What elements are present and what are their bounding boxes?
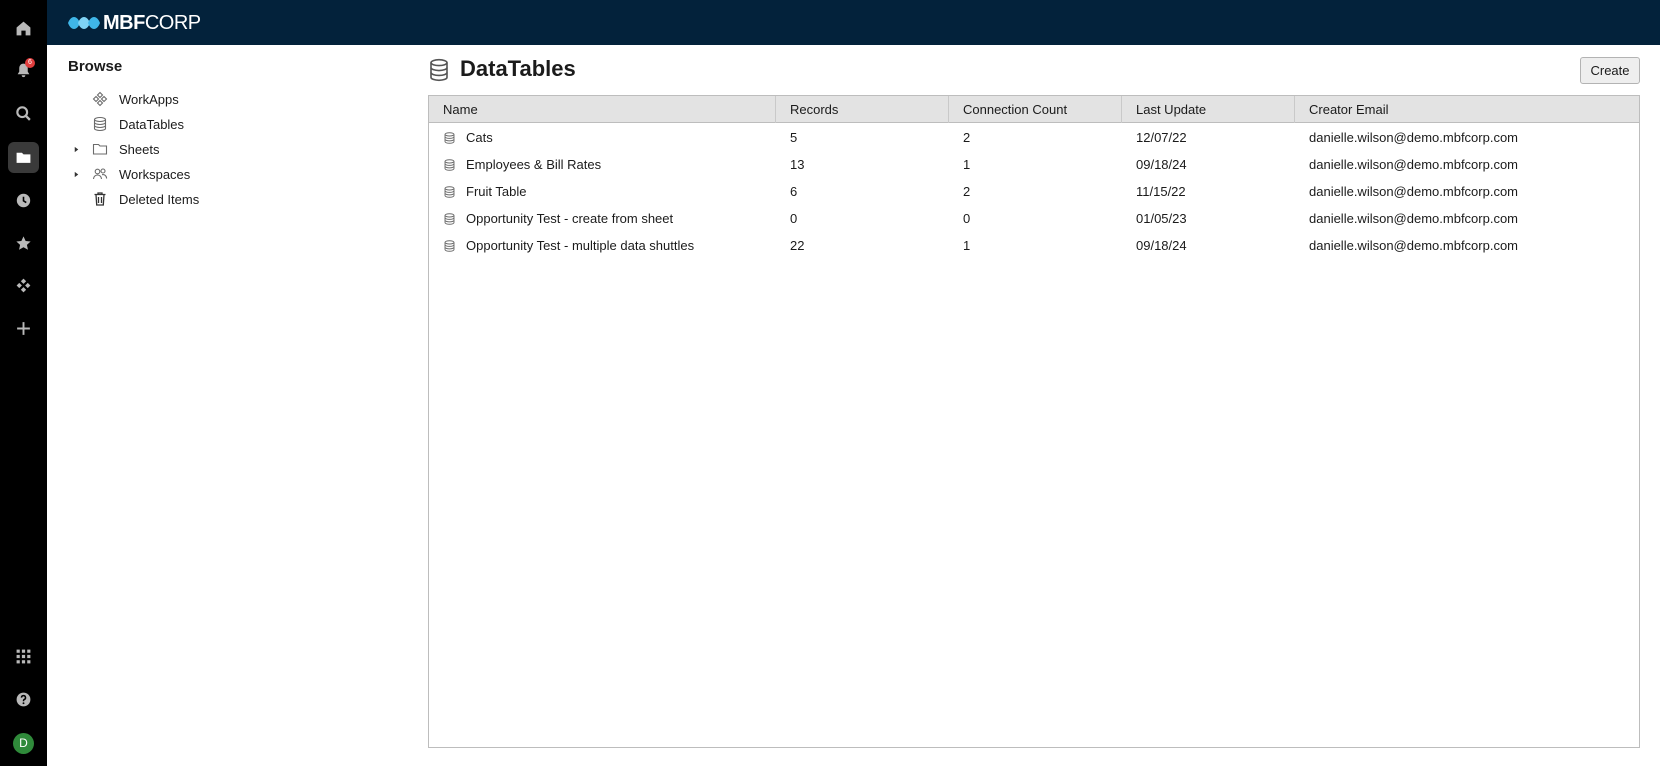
apps-grid-icon	[16, 649, 31, 664]
last-update-cell: 09/18/24	[1136, 157, 1187, 172]
star-icon	[16, 236, 31, 250]
tree-item-workapps[interactable]: WorkApps	[67, 88, 179, 110]
name-cell[interactable]: Opportunity Test - multiple data shuttle…	[429, 232, 776, 259]
connection-count-cell: 1	[963, 157, 971, 172]
tree-item-label: Deleted Items	[119, 191, 200, 207]
database-icon	[444, 185, 455, 198]
creator-email-cell: danielle.wilson@demo.mbfcorp.com	[1309, 238, 1519, 253]
records-cell: 0	[790, 211, 798, 226]
tree-item-workspaces[interactable]: Workspaces	[67, 163, 190, 185]
tree-item-sheets[interactable]: Sheets	[67, 138, 159, 160]
datatables-grid: Name Records Connection Count Last Updat…	[428, 95, 1640, 748]
database-icon	[444, 158, 455, 171]
plus-icon	[17, 322, 30, 335]
table-row[interactable]: Cats 5 2 12/07/22 danielle.wilson@demo.m…	[429, 124, 1639, 151]
tree-item-label: DataTables	[119, 116, 185, 132]
tree-item-label: Workspaces	[119, 166, 191, 182]
user-avatar[interactable]: D	[13, 733, 34, 754]
row-name: Opportunity Test - multiple data shuttle…	[466, 238, 695, 253]
name-cell[interactable]: Opportunity Test - create from sheet	[429, 205, 776, 232]
tree-item-label: WorkApps	[119, 91, 179, 107]
database-icon	[87, 113, 113, 135]
connection-count-cell: 0	[963, 211, 971, 226]
notifications-button[interactable]: 6	[8, 55, 39, 86]
browse-panel: Browse WorkApps DataTables Sheets Worksp…	[47, 45, 427, 766]
folder-icon	[87, 138, 113, 160]
clock-icon	[16, 193, 31, 208]
column-header-connection-count[interactable]: Connection Count	[949, 96, 1122, 123]
database-icon	[444, 239, 455, 252]
home-icon	[16, 21, 31, 36]
table-row[interactable]: Employees & Bill Rates 13 1 09/18/24 dan…	[429, 151, 1639, 178]
folder-icon	[16, 152, 31, 163]
launcher-button[interactable]	[8, 641, 39, 672]
table-row[interactable]: Fruit Table 6 2 11/15/22 danielle.wilson…	[429, 178, 1639, 205]
tree-item-deleted-items[interactable]: Deleted Items	[67, 188, 199, 210]
row-name: Cats	[466, 130, 493, 145]
workapps-button[interactable]	[8, 270, 39, 301]
create-new-button[interactable]	[8, 313, 39, 344]
last-update-cell: 11/15/22	[1136, 184, 1186, 199]
expand-caret-icon[interactable]	[67, 138, 85, 160]
search-button[interactable]	[8, 98, 39, 129]
brand-logo[interactable]: MBFCORP	[67, 12, 201, 34]
top-bar: MBFCORP	[47, 0, 1660, 45]
workapps-icon	[87, 88, 113, 110]
page-title: DataTables	[460, 56, 576, 81]
records-cell: 22	[790, 238, 805, 253]
favorites-button[interactable]	[8, 228, 39, 259]
column-header-name[interactable]: Name	[429, 96, 776, 123]
help-button[interactable]	[8, 684, 39, 715]
brand-name: MBFCORP	[103, 11, 201, 34]
table-row[interactable]: Opportunity Test - create from sheet 0 0…	[429, 205, 1639, 232]
help-icon	[16, 692, 31, 707]
search-icon	[16, 106, 31, 121]
table-row[interactable]: Opportunity Test - multiple data shuttle…	[429, 232, 1639, 259]
notification-badge: 6	[25, 58, 35, 68]
home-button[interactable]	[8, 13, 39, 44]
browse-title: Browse	[68, 58, 123, 75]
database-icon	[444, 131, 455, 144]
last-update-cell: 01/05/23	[1136, 211, 1187, 226]
last-update-cell: 09/18/24	[1136, 238, 1187, 253]
tree-item-datatables[interactable]: DataTables	[67, 113, 184, 135]
column-header-records[interactable]: Records	[776, 96, 949, 123]
workapps-icon	[16, 278, 31, 293]
creator-email-cell: danielle.wilson@demo.mbfcorp.com	[1309, 130, 1519, 145]
row-name: Fruit Table	[466, 184, 527, 199]
creator-email-cell: danielle.wilson@demo.mbfcorp.com	[1309, 157, 1519, 172]
table-header: Name Records Connection Count Last Updat…	[429, 96, 1639, 123]
logo-mark-icon	[68, 17, 100, 29]
creator-email-cell: danielle.wilson@demo.mbfcorp.com	[1309, 184, 1519, 199]
recents-button[interactable]	[8, 185, 39, 216]
row-name: Employees & Bill Rates	[466, 157, 602, 172]
records-cell: 13	[790, 157, 805, 172]
tree-item-label: Sheets	[119, 141, 160, 157]
create-button[interactable]: Create	[1580, 57, 1640, 84]
connection-count-cell: 1	[963, 238, 971, 253]
last-update-cell: 12/07/22	[1136, 130, 1187, 145]
creator-email-cell: danielle.wilson@demo.mbfcorp.com	[1309, 211, 1519, 226]
database-icon	[444, 212, 455, 225]
browse-button[interactable]	[8, 142, 39, 173]
records-cell: 6	[790, 184, 798, 199]
records-cell: 5	[790, 130, 798, 145]
left-rail: 6 D	[0, 0, 47, 766]
people-icon	[87, 163, 113, 185]
name-cell[interactable]: Fruit Table	[429, 178, 776, 205]
column-header-creator-email[interactable]: Creator Email	[1295, 96, 1639, 123]
name-cell[interactable]: Employees & Bill Rates	[429, 151, 776, 178]
name-cell[interactable]: Cats	[429, 124, 776, 151]
expand-caret-icon[interactable]	[67, 163, 85, 185]
connection-count-cell: 2	[963, 184, 971, 199]
column-header-last-update[interactable]: Last Update	[1122, 96, 1295, 123]
row-name: Opportunity Test - create from sheet	[466, 211, 674, 226]
connection-count-cell: 2	[963, 130, 971, 145]
database-icon	[430, 58, 448, 82]
trash-icon	[87, 188, 113, 210]
